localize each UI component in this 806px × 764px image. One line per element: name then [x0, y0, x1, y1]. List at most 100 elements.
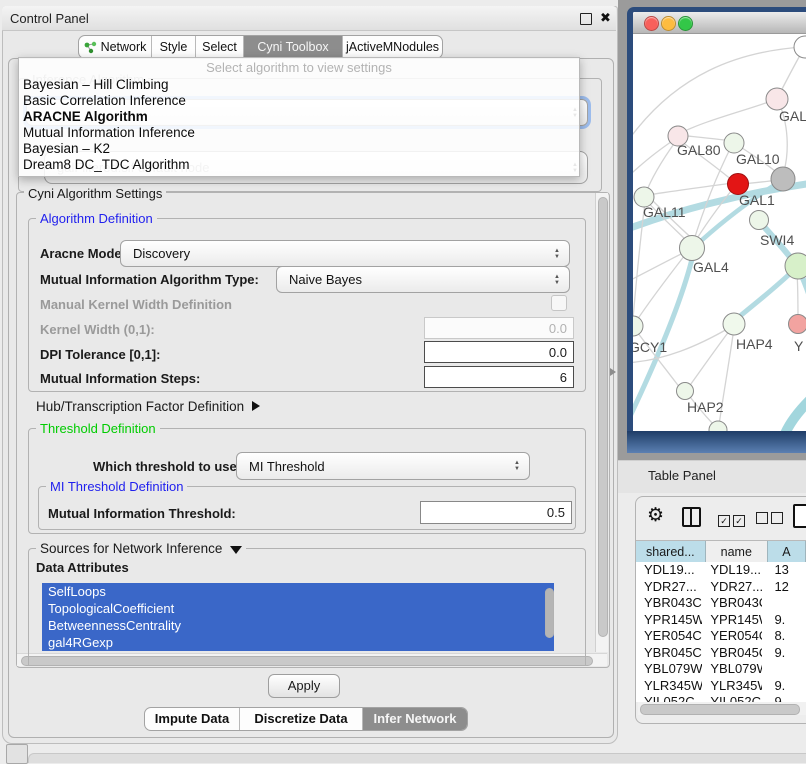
network-canvas[interactable]: GALGAL80GAL10GAL1GAL11SWI4GAL4HAP4YGCY1H… — [633, 33, 806, 431]
algorithm-option[interactable]: Bayesian – Hill Climbing — [19, 77, 579, 93]
table-row[interactable]: YDL19...YDL19...13 — [636, 562, 806, 579]
table-cell: YDR27... — [702, 579, 762, 596]
dpi-tolerance-field[interactable]: 0.0 — [424, 341, 574, 363]
network-edge[interactable] — [633, 252, 685, 283]
attribute-item[interactable]: SelfLoops — [42, 583, 554, 600]
which-threshold-combo[interactable]: MI Threshold ▲▼ — [236, 452, 530, 480]
data-attributes-list: SelfLoopsTopologicalCoefficientBetweenne… — [42, 583, 554, 652]
table-cell: YPR145W — [702, 612, 762, 629]
table-row[interactable]: YER054CYER054C8. — [636, 628, 806, 645]
network-node[interactable] — [771, 167, 795, 191]
tab-cyni-toolbox[interactable]: Cyni Toolbox — [243, 36, 342, 58]
cyni-bottom-tabs: Impute DataDiscretize DataInfer Network — [144, 707, 468, 731]
network-edge[interactable] — [681, 99, 777, 133]
tab-discretize-data[interactable]: Discretize Data — [239, 708, 362, 730]
table-row[interactable]: YBR043CYBR043C — [636, 595, 806, 612]
network-window-titlebar[interactable] — [633, 12, 806, 34]
table-row[interactable]: YBR045CYBR045C9. — [636, 645, 806, 662]
table-cell: YBR045C — [702, 645, 762, 662]
network-node-hap4[interactable] — [723, 313, 745, 335]
mi-steps-label: Mutual Information Steps: — [40, 371, 200, 386]
network-node-gcy1[interactable] — [633, 316, 643, 336]
table-cell: 9. — [762, 612, 806, 629]
node-label: SWI4 — [760, 232, 794, 248]
attribute-item[interactable]: gal4RGexp — [42, 634, 554, 651]
tab-style[interactable]: Style — [151, 36, 195, 58]
mi-type-combo[interactable]: Naive Bayes ▲▼ — [276, 266, 570, 293]
new-table-icon[interactable] — [793, 504, 806, 528]
table-row[interactable]: YDR27...YDR27...12 — [636, 579, 806, 596]
network-edge[interactable] — [780, 395, 806, 431]
gear-icon[interactable]: ⚙ — [647, 504, 664, 527]
settings-vertical-scrollbar[interactable] — [595, 193, 608, 652]
threshold-definition-title: Threshold Definition — [36, 421, 160, 436]
network-icon — [84, 41, 97, 54]
network-node-hap2[interactable] — [677, 383, 694, 400]
table-horizontal-scrollbar-thumb[interactable] — [640, 704, 800, 715]
column-header-3[interactable]: A — [768, 541, 806, 563]
mi-steps-field[interactable]: 6 — [424, 366, 574, 388]
column-header-2[interactable]: name — [706, 541, 768, 563]
mi-threshold-field[interactable]: 0.5 — [420, 501, 572, 524]
tab-select[interactable]: Select — [195, 36, 243, 58]
table-cell: YBR043C — [702, 595, 762, 612]
attribute-item[interactable]: BetweennessCentrality — [42, 617, 554, 634]
control-panel-titlebar[interactable] — [2, 6, 616, 31]
network-edge[interactable] — [735, 268, 796, 320]
close-panel-icon[interactable]: ✖ — [600, 10, 611, 26]
network-node[interactable] — [794, 36, 806, 58]
manual-kernel-checkbox[interactable] — [551, 295, 567, 311]
minimized-panel-icon[interactable] — [6, 744, 28, 764]
network-node-swi4[interactable] — [750, 211, 769, 230]
node-label: GAL10 — [736, 151, 780, 167]
minimize-traffic-light[interactable] — [661, 16, 676, 31]
kernel-width-field[interactable]: 0.0 — [424, 317, 574, 339]
deselect-all-columns-icon[interactable] — [756, 512, 786, 527]
float-panel-icon[interactable] — [580, 13, 592, 25]
tab-network[interactable]: Network — [79, 36, 151, 58]
table-horizontal-scrollbar[interactable] — [638, 702, 806, 715]
columns-icon[interactable] — [682, 507, 701, 527]
splitter-collapse-icon[interactable] — [610, 368, 616, 376]
hub-definition-expander[interactable]: Hub/Transcription Factor Definition — [36, 399, 260, 414]
table-row[interactable]: YLR345WYLR345W9. — [636, 678, 806, 695]
algorithm-option[interactable]: Basic Correlation Inference — [19, 93, 579, 109]
table-row[interactable]: YPR145WYPR145W9. — [636, 612, 806, 629]
sources-group-title[interactable]: Sources for Network Inference — [36, 541, 246, 556]
expander-expanded-icon — [230, 546, 242, 554]
network-edge[interactable] — [633, 203, 645, 319]
table-cell: YER054C — [636, 628, 702, 645]
algorithm-option[interactable]: Dream8 DC_TDC Algorithm — [19, 157, 579, 173]
network-node-gal[interactable] — [766, 88, 788, 110]
table-cell: 9. — [762, 645, 806, 662]
algorithm-option[interactable]: Mutual Information Inference — [19, 125, 579, 141]
network-node-y[interactable] — [789, 315, 806, 334]
control-panel-tabs: NetworkStyleSelectCyni ToolboxjActiveMNo… — [78, 35, 443, 59]
attribute-item[interactable]: TopologicalCoefficient — [42, 600, 554, 617]
column-header-1[interactable]: shared... — [636, 541, 706, 563]
table-cell: YDL19... — [702, 562, 762, 579]
tab-infer-network[interactable]: Infer Network — [362, 708, 467, 730]
algorithm-option[interactable]: Bayesian – K2 — [19, 141, 579, 157]
attributes-scrollbar-thumb[interactable] — [545, 588, 554, 638]
settings-vertical-scrollbar-thumb[interactable] — [598, 197, 608, 637]
tab-jactivemnodules[interactable]: jActiveMNodules — [342, 36, 442, 58]
aracne-mode-combo[interactable]: Discovery ▲▼ — [120, 240, 570, 267]
tab-impute-data[interactable]: Impute Data — [145, 708, 239, 730]
table-cell: 8. — [762, 628, 806, 645]
network-node[interactable] — [785, 253, 806, 279]
zoom-traffic-light[interactable] — [678, 16, 693, 31]
network-node-gal10[interactable] — [724, 133, 744, 153]
table-row[interactable]: YIL052CYIL052C9. — [636, 694, 806, 702]
which-threshold-value: MI Threshold — [237, 459, 509, 474]
apply-button[interactable]: Apply — [268, 674, 340, 698]
network-edge[interactable] — [647, 183, 733, 195]
network-node-gal4[interactable] — [680, 236, 705, 261]
node-label: HAP4 — [736, 336, 773, 352]
combo-arrows-icon: ▲▼ — [549, 248, 565, 260]
select-all-columns-icon[interactable]: ✓✓ — [718, 512, 748, 527]
table-row[interactable]: YBL079WYBL079W — [636, 661, 806, 678]
algorithm-option[interactable]: ARACNE Algorithm — [19, 109, 579, 125]
table-rows: YDL19...YDL19...13YDR27...YDR27...12YBR0… — [636, 562, 806, 702]
close-traffic-light[interactable] — [644, 16, 659, 31]
